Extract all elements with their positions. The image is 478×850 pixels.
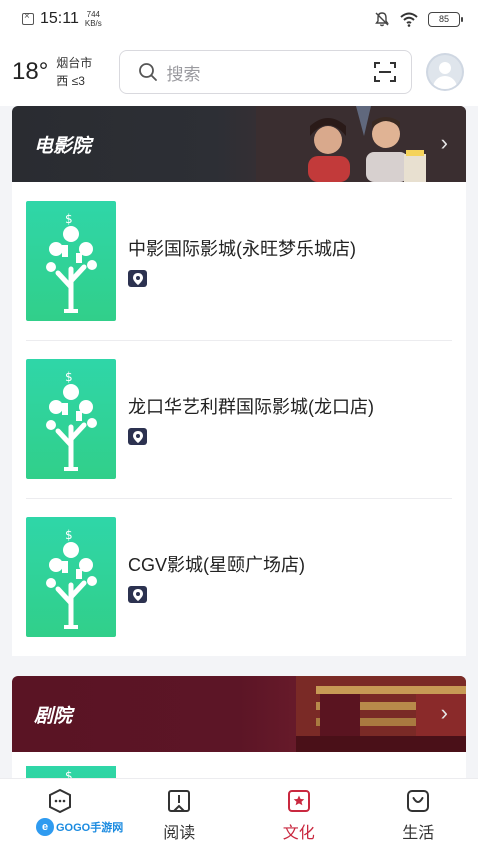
section-title: 剧院: [34, 705, 73, 727]
search-icon: [139, 63, 158, 81]
star-badge-icon: [287, 790, 310, 812]
message-icon: [48, 788, 71, 814]
notification-icon: [22, 11, 34, 25]
main-content: 电影院 › $ 中影国际影城(永旺梦乐城店) $ 龙口华艺利群国际影城(龙口店)…: [12, 106, 466, 778]
tab-culture[interactable]: 文化: [239, 779, 359, 850]
scan-icon[interactable]: [373, 61, 397, 83]
theater-section-header[interactable]: 剧院 ›: [12, 676, 466, 752]
bag-icon: [407, 790, 430, 812]
cinema-banner-image: [256, 106, 466, 182]
location-pin-icon: [128, 428, 147, 445]
book-icon: [168, 790, 191, 812]
cinema-name: 龙口华艺利群国际影城(龙口店): [128, 397, 374, 417]
tab-label: 生活: [402, 825, 435, 842]
cinema-list: $ 中影国际影城(永旺梦乐城店) $ 龙口华艺利群国际影城(龙口店) $ CGV…: [12, 182, 466, 656]
avatar[interactable]: [426, 53, 464, 91]
location-pin-icon: [128, 270, 147, 287]
weather-widget[interactable]: 18° 烟台市 西 ≤3: [12, 54, 119, 90]
list-item[interactable]: $ 中影国际影城(永旺梦乐城店): [12, 182, 466, 340]
cinema-name: CGV影城(星颐广场店): [128, 555, 305, 575]
tab-messages[interactable]: [0, 779, 120, 850]
search-placeholder: 搜索: [166, 64, 201, 84]
tab-life[interactable]: 生活: [359, 779, 478, 850]
tab-reading[interactable]: 阅读: [120, 779, 240, 850]
status-bar: 15:11 744 KB/s 85: [0, 0, 478, 38]
tab-label: 阅读: [163, 825, 196, 842]
mute-bell-icon: [375, 12, 389, 27]
location-pin-icon: [128, 586, 147, 603]
cinema-section-header[interactable]: 电影院 ›: [12, 106, 466, 182]
svg-text:$: $: [65, 370, 73, 384]
weather-city: 烟台市: [56, 56, 93, 70]
weather-wind: 西 ≤3: [56, 74, 85, 88]
money-tree-icon: $: [26, 201, 116, 321]
wifi-icon: [400, 12, 418, 27]
battery-indicator: 85: [428, 11, 463, 27]
svg-text:$: $: [65, 212, 73, 226]
svg-text:$: $: [65, 769, 73, 778]
theater-list: $: [12, 752, 466, 778]
money-tree-icon: $: [26, 517, 116, 637]
watermark-text: GOGO手游网: [56, 822, 124, 834]
search-input[interactable]: 搜索: [119, 50, 413, 94]
svg-text:$: $: [65, 528, 73, 542]
money-tree-icon: $: [26, 766, 116, 778]
list-item[interactable]: $ CGV影城(星颐广场店): [12, 498, 466, 656]
chevron-right-icon: ›: [440, 130, 448, 155]
section-title: 电影院: [34, 135, 92, 157]
cinema-name: 中影国际影城(永旺梦乐城店): [128, 239, 356, 259]
top-header: 18° 烟台市 西 ≤3 搜索: [0, 38, 478, 106]
bottom-tab-bar: 阅读 文化 生活: [0, 778, 478, 850]
list-item[interactable]: $ 龙口华艺利群国际影城(龙口店): [12, 340, 466, 498]
money-tree-icon: $: [26, 359, 116, 479]
watermark-logo: e GOGO手游网: [36, 818, 123, 836]
network-speed: 744 KB/s: [84, 10, 102, 28]
chevron-right-icon: ›: [440, 700, 448, 725]
status-time: 15:11: [40, 10, 79, 27]
watermark-badge: e: [36, 818, 54, 836]
tab-label: 文化: [282, 825, 315, 842]
temperature: 18°: [12, 58, 49, 85]
theater-banner-image: [296, 676, 466, 752]
